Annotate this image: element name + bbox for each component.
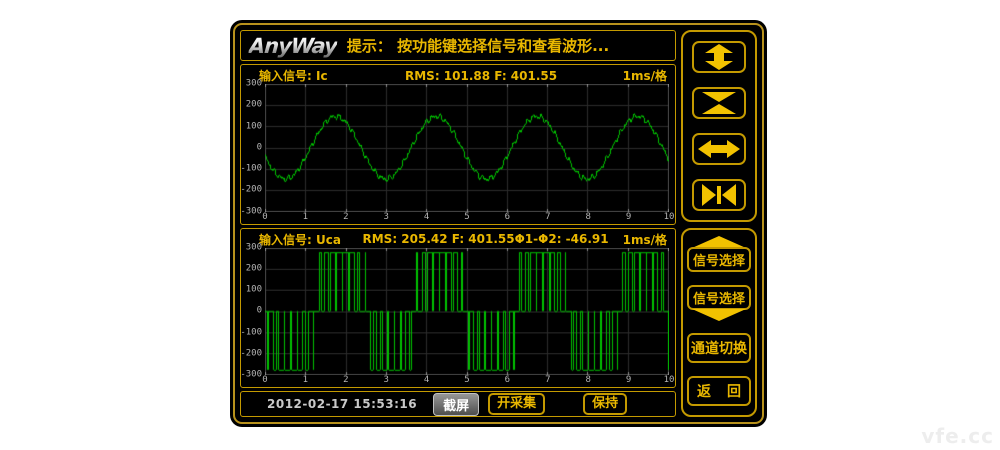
zoom-vertical-expand-button[interactable] xyxy=(692,41,746,73)
axis-tick-label: 200 xyxy=(246,264,262,273)
axis-tick-label: 3 xyxy=(383,213,388,222)
channel1-signal-label: 输入信号: Ic xyxy=(259,67,405,84)
axis-tick-label: 300 xyxy=(246,243,262,252)
axis-tick-label: 0 xyxy=(257,143,262,152)
axis-tick-label: 4 xyxy=(424,213,429,222)
timestamp: 2012-02-17 15:53:16 xyxy=(267,397,417,411)
hint-text: 提示： 按功能键选择信号和查看波形... xyxy=(347,35,609,56)
axis-tick-label: 100 xyxy=(246,122,262,131)
axis-tick-label: 10 xyxy=(664,376,675,385)
axis-tick-label: 9 xyxy=(626,213,631,222)
channel1-panel: 输入信号: Ic RMS: 101.88 F: 401.55 1ms/格 300… xyxy=(240,64,676,225)
channel1-y-axis-labels: 3002001000-100-200-300 xyxy=(245,84,265,212)
channel2-phase: Φ1-Φ2: -46.91 xyxy=(515,232,623,246)
axis-tick-label: -100 xyxy=(240,165,262,174)
axis-tick-label: 1 xyxy=(303,376,308,385)
channel1-waveform-canvas xyxy=(265,84,669,212)
expand-vertical-icon xyxy=(702,44,736,70)
axis-tick-label: 10 xyxy=(664,213,675,222)
signal-select-down-button[interactable]: 信号选择 xyxy=(687,285,751,321)
channel2-signal-label: 输入信号: Uca xyxy=(259,231,363,248)
header-bar: AnyWay 提示： 按功能键选择信号和查看波形... xyxy=(240,30,676,61)
channel2-waveform-canvas xyxy=(265,248,669,376)
axis-tick-label: -300 xyxy=(240,371,262,380)
screenshot-stage: AnyWay 提示： 按功能键选择信号和查看波形... 输入信号: Ic RMS… xyxy=(0,0,1000,450)
channel2-plot-area xyxy=(265,248,669,376)
signal-select-down-label: 信号选择 xyxy=(687,285,751,310)
back-label-right: 回 xyxy=(727,381,741,401)
compress-horizontal-icon xyxy=(700,183,738,207)
channel1-x-axis-labels: 012345678910 xyxy=(265,212,669,223)
axis-tick-label: 100 xyxy=(246,286,262,295)
expand-horizontal-icon xyxy=(698,138,740,160)
axis-tick-label: 0 xyxy=(262,213,267,222)
back-label-left: 返 xyxy=(697,381,711,401)
footer-bar: 2012-02-17 15:53:16 截屏 开采集 保持 xyxy=(240,391,676,417)
compress-vertical-icon xyxy=(700,90,738,116)
start-capture-button[interactable]: 开采集 xyxy=(488,393,545,415)
sidebar: 信号选择 信号选择 通道切换 返 回 xyxy=(681,30,757,417)
back-button[interactable]: 返 回 xyxy=(687,376,751,406)
axis-tick-label: 2 xyxy=(343,376,348,385)
signal-button-group: 信号选择 信号选择 通道切换 返 回 xyxy=(681,228,757,417)
axis-tick-label: -200 xyxy=(240,349,262,358)
axis-tick-label: -300 xyxy=(240,207,262,216)
axis-tick-label: 300 xyxy=(246,80,262,89)
zoom-horizontal-expand-button[interactable] xyxy=(692,133,746,165)
axis-tick-label: 7 xyxy=(545,213,550,222)
signal-select-up-label: 信号选择 xyxy=(687,247,751,272)
axis-tick-label: 6 xyxy=(505,213,510,222)
zoom-horizontal-compress-button[interactable] xyxy=(692,179,746,211)
hold-button[interactable]: 保持 xyxy=(583,393,627,415)
channel1-plot-area xyxy=(265,84,669,212)
power-analyzer-screen: AnyWay 提示： 按功能键选择信号和查看波形... 输入信号: Ic RMS… xyxy=(230,20,767,427)
zoom-vertical-compress-button[interactable] xyxy=(692,87,746,119)
channel2-timebase: 1ms/格 xyxy=(623,231,667,248)
channel-switch-button[interactable]: 通道切换 xyxy=(687,333,751,363)
axis-tick-label: 7 xyxy=(545,376,550,385)
axis-tick-label: 1 xyxy=(303,213,308,222)
axis-tick-label: 200 xyxy=(246,101,262,110)
axis-tick-label: -200 xyxy=(240,186,262,195)
axis-tick-label: 2 xyxy=(343,213,348,222)
triangle-down-icon xyxy=(692,309,746,321)
axis-tick-label: 5 xyxy=(464,376,469,385)
watermark: vfe.cc xyxy=(921,424,994,448)
channel2-panel: 输入信号: Uca RMS: 205.42 F: 401.55 Φ1-Φ2: -… xyxy=(240,228,676,389)
channel2-plot-row: 3002001000-100-200-300 xyxy=(245,248,669,376)
screenshot-button[interactable]: 截屏 xyxy=(433,393,479,416)
axis-tick-label: 0 xyxy=(257,307,262,316)
axis-tick-label: 9 xyxy=(626,376,631,385)
main-column: AnyWay 提示： 按功能键选择信号和查看波形... 输入信号: Ic RMS… xyxy=(240,30,676,417)
channel2-info-row: 输入信号: Uca RMS: 205.42 F: 401.55 Φ1-Φ2: -… xyxy=(245,231,669,248)
anyway-logo: AnyWay xyxy=(248,34,338,58)
zoom-button-group xyxy=(681,30,757,222)
axis-tick-label: 4 xyxy=(424,376,429,385)
axis-tick-label: 0 xyxy=(262,376,267,385)
channel1-measurements: RMS: 101.88 F: 401.55 xyxy=(405,69,557,83)
axis-tick-label: 5 xyxy=(464,213,469,222)
channel2-y-axis-labels: 3002001000-100-200-300 xyxy=(245,248,265,376)
channel2-measurements: RMS: 205.42 F: 401.55 xyxy=(363,232,515,246)
axis-tick-label: 6 xyxy=(505,376,510,385)
signal-select-up-button[interactable]: 信号选择 xyxy=(687,236,751,272)
axis-tick-label: 3 xyxy=(383,376,388,385)
channel1-info-row: 输入信号: Ic RMS: 101.88 F: 401.55 1ms/格 xyxy=(245,67,669,84)
axis-tick-label: 8 xyxy=(585,213,590,222)
axis-tick-label: -100 xyxy=(240,328,262,337)
axis-tick-label: 8 xyxy=(585,376,590,385)
channel1-plot-row: 3002001000-100-200-300 xyxy=(245,84,669,212)
screen-frame: AnyWay 提示： 按功能键选择信号和查看波形... 输入信号: Ic RMS… xyxy=(233,23,764,424)
channel1-timebase: 1ms/格 xyxy=(623,67,667,84)
channel2-x-axis-labels: 012345678910 xyxy=(265,375,669,386)
